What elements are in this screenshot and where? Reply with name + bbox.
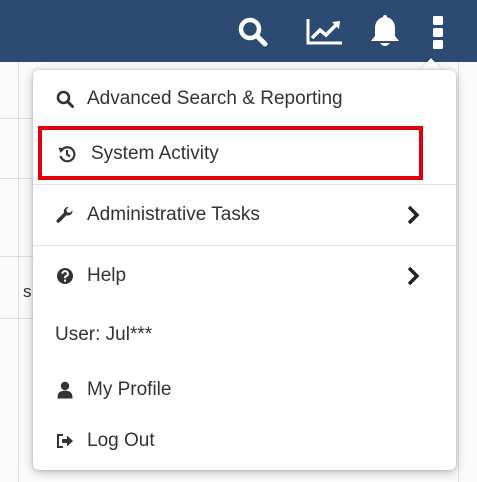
chart-icon[interactable]: [302, 14, 346, 50]
menu-item-advanced-search[interactable]: Advanced Search & Reporting: [33, 72, 456, 126]
chevron-right-icon: [406, 266, 420, 286]
menu-item-my-profile[interactable]: My Profile: [33, 363, 456, 417]
user-icon: [55, 381, 75, 399]
menu-item-label: Advanced Search & Reporting: [87, 88, 343, 109]
user-name-label: User: Jul***: [55, 324, 153, 345]
menu-item-help[interactable]: Help: [33, 245, 456, 305]
menu-item-log-out[interactable]: Log Out: [33, 414, 456, 468]
background-divider: [18, 62, 19, 482]
more-vertical-icon[interactable]: [426, 14, 450, 50]
menu-item-label: Log Out: [87, 430, 155, 451]
background-text-fragment: s: [23, 282, 32, 301]
question-circle-icon: [55, 267, 75, 285]
menu-caret: [420, 58, 442, 70]
highlight-box: [38, 126, 423, 180]
bell-icon[interactable]: [365, 14, 405, 50]
logout-icon: [55, 433, 75, 449]
chevron-right-icon: [406, 205, 420, 225]
background-divider: [458, 62, 459, 482]
search-icon[interactable]: [233, 14, 273, 50]
menu-item-label: Administrative Tasks: [87, 204, 260, 225]
menu-item-administrative-tasks[interactable]: Administrative Tasks: [33, 184, 456, 245]
top-navbar: [0, 0, 477, 62]
wrench-icon: [55, 206, 75, 224]
menu-item-label: My Profile: [87, 379, 172, 400]
search-icon: [55, 90, 75, 108]
menu-item-label: Help: [87, 264, 127, 286]
